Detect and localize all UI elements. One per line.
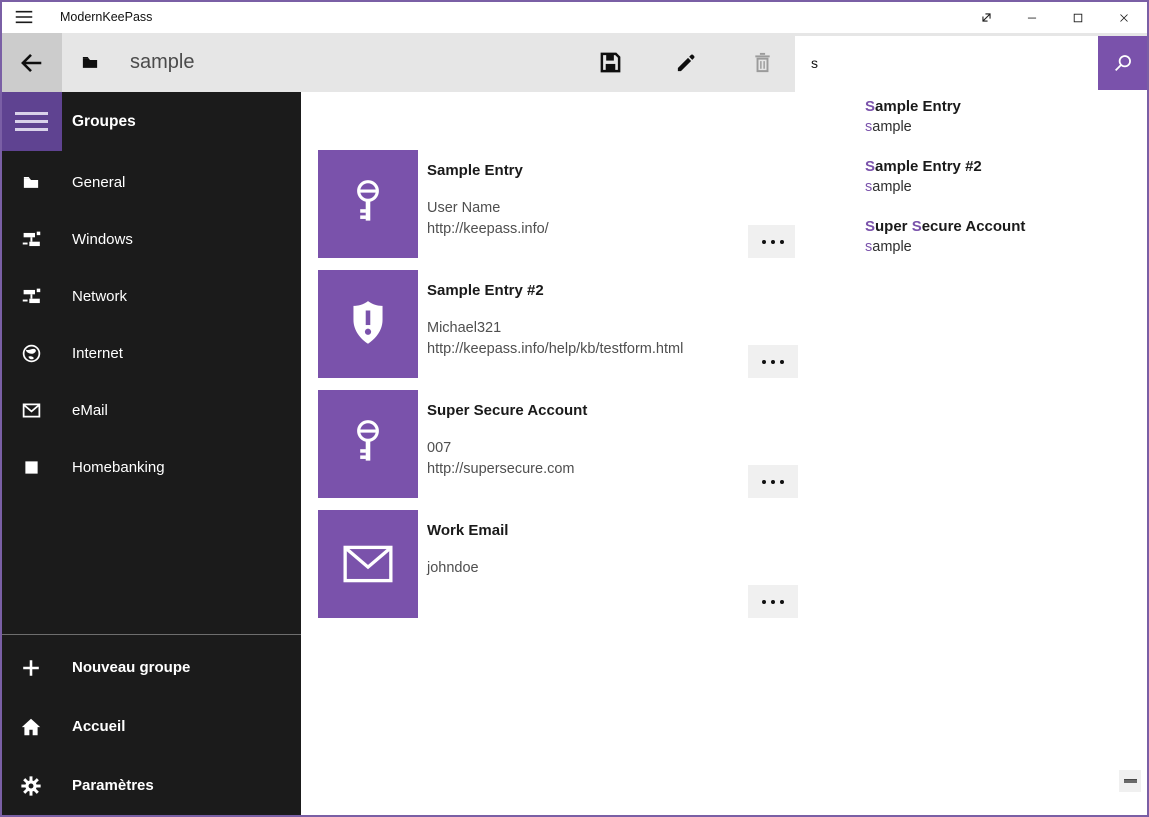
suggestion-title: Sample Entry #2 [865, 157, 1147, 177]
back-arrow-icon [18, 50, 44, 76]
sidebar-item-windows[interactable]: Windows [0, 211, 301, 268]
mail-icon [21, 400, 42, 421]
home-icon [20, 716, 42, 738]
suggestion-subtitle: sample [865, 237, 1147, 257]
group-list: General Windows Network Internet eMail Homeba… [0, 154, 301, 496]
sidebar-item-label: Paramètres [62, 777, 154, 794]
minimize-icon [1025, 11, 1039, 25]
search-suggestion[interactable]: Sample Entrysample [795, 97, 1147, 157]
sidebar-item-label: Homebanking [62, 459, 165, 476]
entry-title: Super Secure Account [427, 402, 587, 419]
sidebar-action-nouveau-groupe[interactable]: Nouveau groupe [0, 638, 301, 697]
close-icon [1117, 11, 1131, 25]
more-button[interactable] [748, 345, 798, 378]
search-icon [1112, 52, 1134, 74]
entry-tile[interactable] [318, 510, 418, 618]
group-folder-icon [81, 33, 99, 92]
current-group-title: sample [130, 33, 194, 92]
sidebar-item-label: eMail [62, 402, 108, 419]
entry-details: Michael321http://keepass.info/help/kb/te… [427, 318, 683, 360]
save-button[interactable] [586, 33, 634, 92]
entry-details: 007http://supersecure.com [427, 438, 575, 480]
entry-title: Sample Entry #2 [427, 282, 544, 299]
gear-icon [20, 775, 42, 797]
titlebar-hamburger-icon[interactable] [12, 5, 36, 29]
sidebar-item-label: General [62, 174, 125, 191]
mail-big-icon [341, 542, 395, 586]
suggestion-subtitle: sample [865, 177, 1147, 197]
list-item[interactable]: Work Email johndoe [318, 510, 798, 618]
suggestion-title: Sample Entry [865, 97, 1147, 117]
more-button[interactable] [748, 585, 798, 618]
edit-button[interactable] [662, 33, 710, 92]
more-button[interactable] [748, 225, 798, 258]
sidebar-item-network[interactable]: Network [0, 268, 301, 325]
fullscreen-icon [978, 9, 995, 26]
entry-details: User Namehttp://keepass.info/ [427, 198, 549, 240]
folder-icon [22, 174, 40, 192]
plus-icon [20, 657, 42, 679]
app-window: ModernKeePass sample Groupes General Wind… [0, 0, 1149, 817]
minus-icon [1124, 779, 1137, 783]
list-item[interactable]: Sample Entry #2 Michael321http://keepass.… [318, 270, 798, 378]
window-controls [963, 2, 1147, 33]
save-icon [599, 51, 622, 74]
sidebar-action-param-tres[interactable]: Paramètres [0, 756, 301, 815]
sidebar-footer: Nouveau groupe Accueil Paramètres [0, 638, 301, 815]
globe-icon [21, 343, 42, 364]
list-item[interactable]: Sample Entry User Namehttp://keepass.info… [318, 150, 798, 258]
key-icon [343, 417, 393, 471]
hamburger-icon [15, 112, 48, 115]
sidebar: Groupes General Windows Network Internet eMa… [0, 92, 301, 817]
sidebar-item-label: Internet [62, 345, 123, 362]
maximize-button[interactable] [1055, 2, 1101, 33]
minimize-button[interactable] [1009, 2, 1055, 33]
entry-title: Work Email [427, 522, 508, 539]
entry-title: Sample Entry [427, 162, 523, 179]
network-icon [21, 229, 42, 250]
search-suggestions: Sample EntrysampleSample Entry #2sampleS… [795, 90, 1147, 286]
search-suggestion[interactable]: Super Secure Accountsample [795, 217, 1147, 277]
appbar-actions [586, 33, 814, 92]
title-bar: ModernKeePass [0, 0, 1149, 33]
list-item[interactable]: Super Secure Account 007http://supersecur… [318, 390, 798, 498]
search-input[interactable]: s [795, 36, 1147, 90]
more-button[interactable] [748, 465, 798, 498]
sidebar-action-accueil[interactable]: Accueil [0, 697, 301, 756]
fullscreen-button[interactable] [963, 2, 1009, 33]
delete-button[interactable] [738, 33, 786, 92]
search-overlay: s Sample EntrysampleSample Entry #2sampl… [795, 36, 1147, 286]
shield-alert-icon [342, 297, 394, 351]
maximize-icon [1071, 11, 1085, 25]
entry-tile[interactable] [318, 150, 418, 258]
sidebar-divider [0, 634, 301, 635]
sidebar-header: Groupes [72, 92, 136, 151]
search-button[interactable] [1098, 36, 1147, 90]
trash-icon [751, 51, 774, 74]
app-title: ModernKeePass [60, 0, 152, 33]
sidebar-item-label: Network [62, 288, 127, 305]
search-suggestion[interactable]: Sample Entry #2sample [795, 157, 1147, 217]
suggestion-subtitle: sample [865, 117, 1147, 137]
zoom-out-button[interactable] [1119, 770, 1141, 792]
sidebar-item-email[interactable]: eMail [0, 382, 301, 439]
sidebar-item-homebanking[interactable]: Homebanking [0, 439, 301, 496]
entry-tile[interactable] [318, 390, 418, 498]
key-icon [343, 177, 393, 231]
sidebar-item-label: Windows [62, 231, 133, 248]
entry-details: johndoe [427, 558, 479, 579]
square-icon [21, 457, 42, 478]
edit-icon [675, 51, 698, 74]
back-button[interactable] [0, 33, 62, 92]
suggestion-title: Super Secure Account [865, 217, 1147, 237]
sidebar-item-label: Nouveau groupe [62, 659, 190, 676]
network-icon [21, 286, 42, 307]
entry-tile[interactable] [318, 270, 418, 378]
close-button[interactable] [1101, 2, 1147, 33]
sidebar-item-general[interactable]: General [0, 154, 301, 211]
sidebar-item-label: Accueil [62, 718, 125, 735]
sidebar-item-internet[interactable]: Internet [0, 325, 301, 382]
menu-hamburger-button[interactable] [0, 92, 62, 151]
